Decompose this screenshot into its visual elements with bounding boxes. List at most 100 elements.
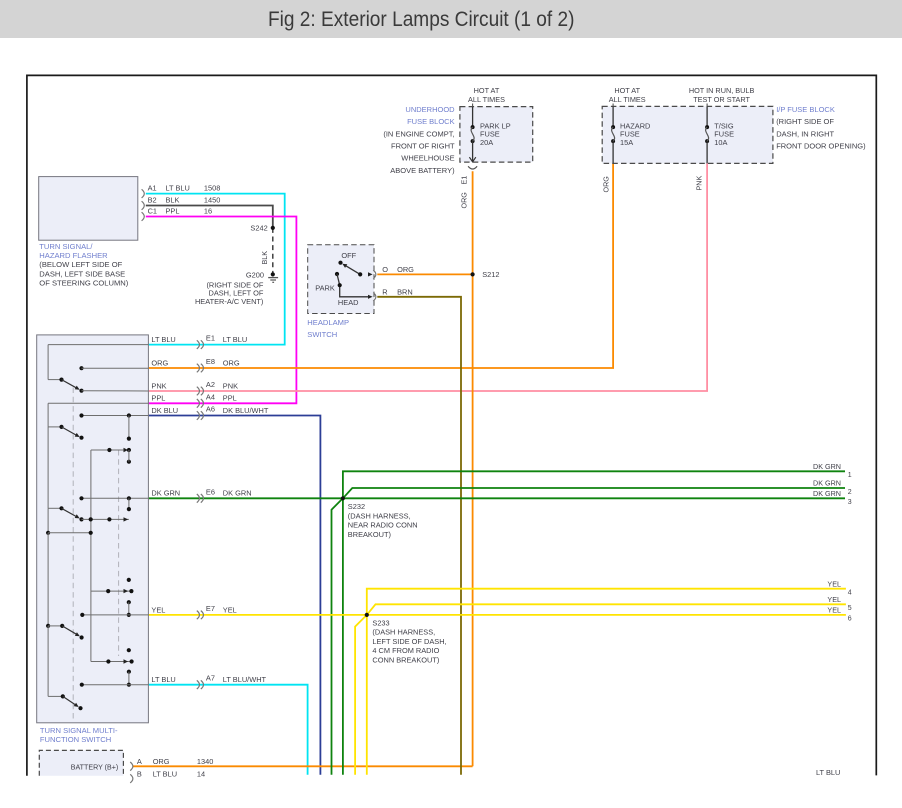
svg-text:PNK: PNK xyxy=(223,381,238,390)
svg-text:(IN ENGINE COMPT,: (IN ENGINE COMPT, xyxy=(383,129,454,138)
svg-text:LT BLU: LT BLU xyxy=(816,768,840,777)
svg-text:ORG: ORG xyxy=(602,176,611,193)
svg-text:BLK: BLK xyxy=(166,196,180,205)
svg-text:LT BLU: LT BLU xyxy=(153,770,177,779)
svg-text:3: 3 xyxy=(848,499,852,506)
svg-text:A2: A2 xyxy=(206,380,215,389)
svg-text:1: 1 xyxy=(848,472,852,479)
svg-text:S233: S233 xyxy=(372,618,389,627)
svg-text:OF STEERING COLUMN): OF STEERING COLUMN) xyxy=(39,278,128,287)
svg-text:DK GRN: DK GRN xyxy=(813,489,841,498)
svg-text:ABOVE BATTERY): ABOVE BATTERY) xyxy=(390,166,455,175)
svg-text:WHEELHOUSE: WHEELHOUSE xyxy=(401,154,454,163)
svg-text:DK GRN: DK GRN xyxy=(223,489,252,498)
svg-text:BRN: BRN xyxy=(397,287,413,296)
svg-text:HOT AT: HOT AT xyxy=(614,86,640,95)
svg-text:ORG: ORG xyxy=(153,757,170,766)
svg-text:LT BLU: LT BLU xyxy=(151,335,175,344)
svg-text:E1: E1 xyxy=(206,334,215,343)
svg-text:14: 14 xyxy=(197,770,205,779)
svg-text:A1: A1 xyxy=(148,184,157,193)
svg-text:TEST OR START: TEST OR START xyxy=(693,95,750,104)
svg-text:ALL TIMES: ALL TIMES xyxy=(609,95,646,104)
svg-text:HEATER-A/C VENT): HEATER-A/C VENT) xyxy=(195,297,263,306)
svg-text:LT BLU: LT BLU xyxy=(151,675,175,684)
svg-text:B2: B2 xyxy=(148,196,157,205)
svg-text:ALL TIMES: ALL TIMES xyxy=(468,95,505,104)
svg-text:ORG: ORG xyxy=(397,265,414,274)
svg-text:A7: A7 xyxy=(206,674,215,683)
svg-text:HEADLAMP: HEADLAMP xyxy=(307,318,349,327)
svg-text:B: B xyxy=(137,770,142,779)
svg-text:BLK: BLK xyxy=(260,251,269,265)
svg-text:10A: 10A xyxy=(714,138,727,147)
svg-text:1340: 1340 xyxy=(197,757,213,766)
svg-text:PNK: PNK xyxy=(695,176,704,191)
svg-text:1508: 1508 xyxy=(204,184,220,193)
svg-text:DASH, IN RIGHT: DASH, IN RIGHT xyxy=(776,129,834,138)
svg-text:DK GRN: DK GRN xyxy=(813,479,841,488)
svg-text:S242: S242 xyxy=(250,223,267,232)
svg-text:5: 5 xyxy=(848,605,852,612)
svg-text:OFF: OFF xyxy=(341,251,356,260)
svg-text:A4: A4 xyxy=(206,392,215,401)
svg-text:S232: S232 xyxy=(348,502,365,511)
svg-text:(BELOW LEFT SIDE OF: (BELOW LEFT SIDE OF xyxy=(39,260,122,269)
svg-text:PPL: PPL xyxy=(223,394,237,403)
svg-text:YEL: YEL xyxy=(223,605,237,614)
svg-text:ORG: ORG xyxy=(223,358,240,367)
svg-text:2: 2 xyxy=(848,489,852,496)
svg-text:A: A xyxy=(137,757,142,766)
svg-text:SWITCH: SWITCH xyxy=(307,330,337,339)
svg-text:FUSE BLOCK: FUSE BLOCK xyxy=(407,117,455,126)
svg-text:A6: A6 xyxy=(206,405,215,414)
svg-text:S212: S212 xyxy=(482,270,499,279)
svg-text:UNDERHOOD: UNDERHOOD xyxy=(405,105,455,114)
svg-text:HOT AT: HOT AT xyxy=(474,86,500,95)
svg-text:ORG: ORG xyxy=(151,358,168,367)
svg-text:CONN BREAKOUT): CONN BREAKOUT) xyxy=(372,656,439,665)
svg-text:Fig 2: Exterior Lamps Circuit: Fig 2: Exterior Lamps Circuit (1 of 2) xyxy=(268,7,575,31)
svg-text:O: O xyxy=(382,265,388,274)
svg-text:FRONT DOOR OPENING): FRONT DOOR OPENING) xyxy=(776,141,866,150)
svg-text:1450: 1450 xyxy=(204,196,220,205)
svg-text:YEL: YEL xyxy=(827,595,841,604)
svg-text:BATTERY (B+): BATTERY (B+) xyxy=(71,763,119,771)
svg-text:E8: E8 xyxy=(206,357,215,366)
svg-text:YEL: YEL xyxy=(151,605,165,614)
svg-text:DK BLU/WHT: DK BLU/WHT xyxy=(223,406,269,415)
svg-text:C1: C1 xyxy=(148,207,157,216)
svg-text:ORG: ORG xyxy=(460,192,469,209)
svg-text:6: 6 xyxy=(848,616,852,623)
svg-text:YEL: YEL xyxy=(827,579,841,588)
svg-text:PPL: PPL xyxy=(151,394,165,403)
svg-text:YEL: YEL xyxy=(827,606,841,615)
svg-text:(RIGHT SIDE OF: (RIGHT SIDE OF xyxy=(776,117,834,126)
svg-text:TURN SIGNAL MULTI-: TURN SIGNAL MULTI- xyxy=(40,726,118,735)
svg-text:DASH, LEFT SIDE BASE: DASH, LEFT SIDE BASE xyxy=(39,269,125,278)
svg-text:PNK: PNK xyxy=(151,381,166,390)
svg-text:LT BLU: LT BLU xyxy=(166,184,190,193)
svg-text:PARK: PARK xyxy=(315,284,335,293)
svg-text:4 CM FROM RADIO: 4 CM FROM RADIO xyxy=(372,646,439,655)
svg-text:HEAD: HEAD xyxy=(338,298,359,307)
svg-text:R: R xyxy=(382,287,387,296)
svg-text:(DASH HARNESS,: (DASH HARNESS, xyxy=(348,511,411,520)
svg-text:15A: 15A xyxy=(620,138,633,147)
svg-text:G200: G200 xyxy=(246,270,264,279)
svg-text:NEAR RADIO CONN: NEAR RADIO CONN xyxy=(348,521,418,530)
svg-text:LT BLU/WHT: LT BLU/WHT xyxy=(223,675,267,684)
svg-text:LEFT SIDE OF DASH,: LEFT SIDE OF DASH, xyxy=(372,637,446,646)
svg-text:DK GRN: DK GRN xyxy=(813,462,841,471)
svg-text:DK BLU: DK BLU xyxy=(151,406,178,415)
svg-text:FUNCTION SWITCH: FUNCTION SWITCH xyxy=(40,735,111,744)
svg-text:(DASH HARNESS,: (DASH HARNESS, xyxy=(372,628,435,637)
svg-text:I/P FUSE BLOCK: I/P FUSE BLOCK xyxy=(776,105,835,114)
svg-text:BREAKOUT): BREAKOUT) xyxy=(348,530,391,539)
svg-text:4: 4 xyxy=(848,590,852,597)
svg-text:E7: E7 xyxy=(206,604,215,613)
svg-text:HOT IN RUN, BULB: HOT IN RUN, BULB xyxy=(689,86,755,95)
svg-text:20A: 20A xyxy=(480,138,493,147)
svg-text:16: 16 xyxy=(204,207,212,216)
svg-text:FRONT OF RIGHT: FRONT OF RIGHT xyxy=(391,141,455,150)
